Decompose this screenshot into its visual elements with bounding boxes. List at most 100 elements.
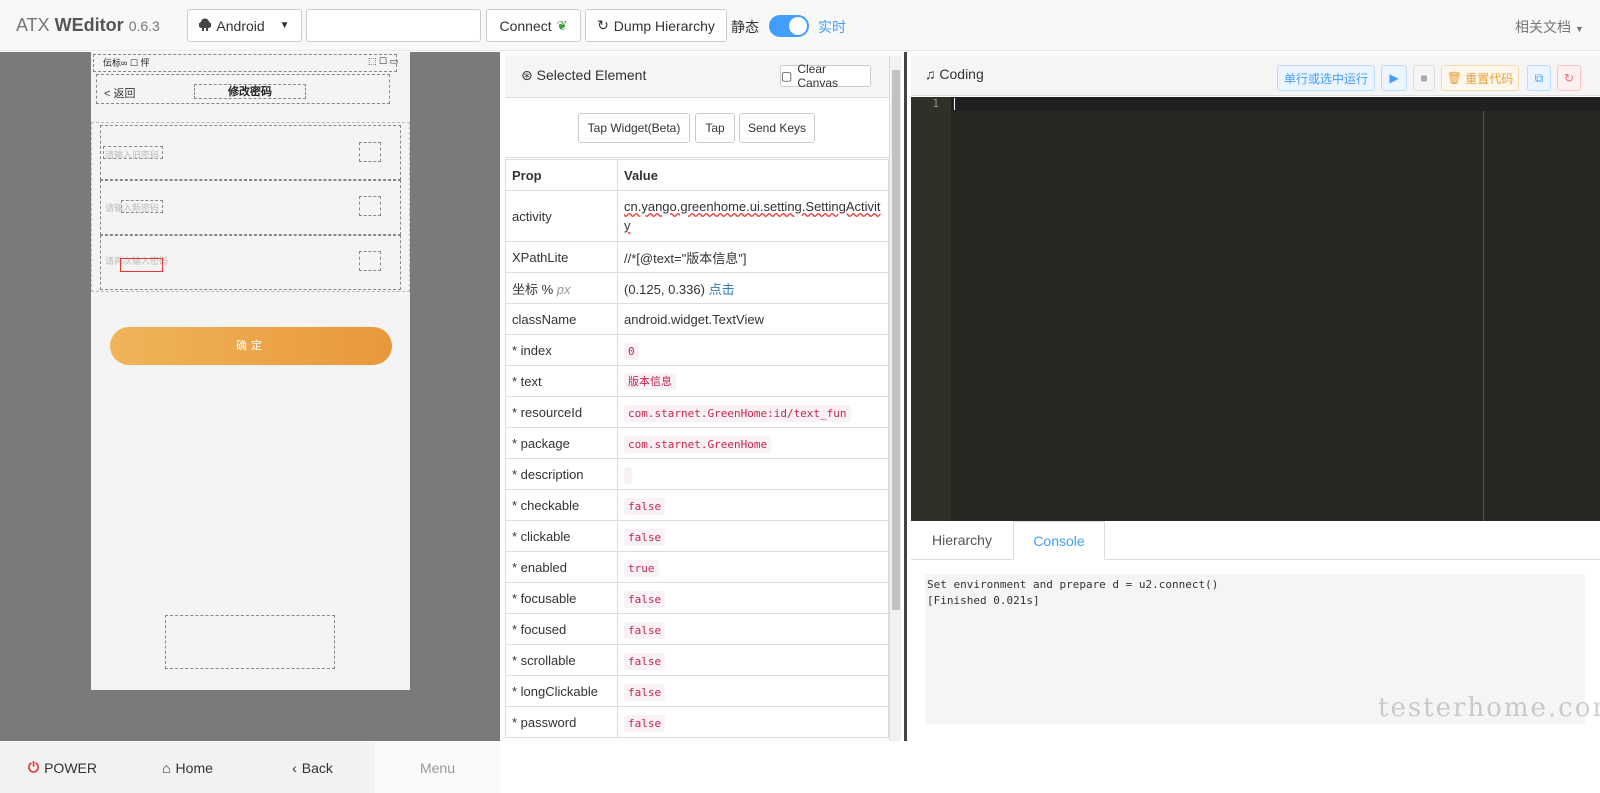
- chevron-left-icon: ‹: [292, 759, 297, 776]
- brand-name-bold: WEditor: [54, 15, 124, 35]
- top-navbar: ATX WEditor 0.6.3 Android ▼ Connect ❦ ↻ …: [0, 0, 1600, 51]
- prop-value[interactable]: 版本信息: [617, 365, 889, 397]
- platform-select[interactable]: Android ▼: [187, 9, 302, 42]
- phone-page-title[interactable]: 修改密码: [194, 84, 306, 99]
- element-actions: Tap Widget(Beta) Tap Send Keys: [505, 99, 889, 158]
- value-column-header: Value: [617, 159, 889, 191]
- prop-value[interactable]: com.starnet.GreenHome:id/text_fun: [617, 396, 889, 428]
- prop-key: * enabled: [505, 551, 618, 583]
- prop-key: * scrollable: [505, 644, 618, 676]
- music-note-icon: ♫: [925, 66, 936, 82]
- print-margin: [1483, 111, 1484, 521]
- editor-gutter: 1: [911, 97, 951, 521]
- menu-button[interactable]: Menu: [375, 742, 500, 793]
- reset-code-button[interactable]: 🗑 重置代码: [1441, 65, 1519, 91]
- connect-button[interactable]: Connect ❦: [486, 9, 581, 42]
- code-editor[interactable]: 1: [911, 97, 1600, 521]
- table-row: * password false: [505, 706, 889, 738]
- tap-button[interactable]: Tap: [695, 113, 735, 143]
- panel-divider[interactable]: [904, 52, 907, 741]
- stop-icon[interactable]: ■: [1413, 65, 1435, 91]
- table-row: * enabled true: [505, 551, 889, 583]
- prop-key: * longClickable: [505, 675, 618, 707]
- prop-value[interactable]: false: [617, 675, 889, 707]
- tab-hierarchy[interactable]: Hierarchy: [911, 521, 1013, 560]
- code-value: com.starnet.GreenHome: [624, 435, 772, 453]
- send-keys-button[interactable]: Send Keys: [739, 113, 815, 143]
- table-row: * text 版本信息: [505, 365, 889, 397]
- app-brand[interactable]: ATX WEditor 0.6.3: [16, 15, 160, 36]
- selected-element-highlight: [120, 258, 163, 272]
- prop-key: * password: [505, 706, 618, 738]
- prop-value[interactable]: false: [617, 706, 889, 738]
- prop-value[interactable]: cn.yango.greenhome.ui.setting.SettingAct…: [617, 190, 889, 242]
- phone-back-label[interactable]: < 返回: [104, 85, 135, 101]
- table-row: * index 0: [505, 334, 889, 366]
- prop-value[interactable]: false: [617, 520, 889, 552]
- tap-widget-button[interactable]: Tap Widget(Beta): [578, 113, 690, 143]
- table-row: * checkable false: [505, 489, 889, 521]
- caret-down-icon: ▼: [279, 20, 290, 31]
- prop-value[interactable]: //*[@text="版本信息"]: [617, 241, 889, 273]
- prop-value[interactable]: false: [617, 613, 889, 645]
- prop-key: * text: [505, 365, 618, 397]
- device-control-bar: ⏻ POWER ⌂ Home ‹ Back Menu: [0, 742, 500, 793]
- run-line-button[interactable]: 单行或选中运行: [1277, 65, 1375, 91]
- output-tabs: Hierarchy Console: [911, 521, 1600, 560]
- console-line: [Finished 0.021s]: [927, 594, 1040, 607]
- table-row: * clickable false: [505, 520, 889, 552]
- table-row: * scrollable false: [505, 644, 889, 676]
- prop-key: * clickable: [505, 520, 618, 552]
- prop-value[interactable]: com.starnet.GreenHome: [617, 427, 889, 459]
- prop-value[interactable]: false: [617, 644, 889, 676]
- prop-value[interactable]: false: [617, 582, 889, 614]
- table-row: * resourceId com.starnet.GreenHome:id/tex…: [505, 396, 889, 428]
- coord-key-label: 坐标 %: [512, 281, 554, 297]
- coord-unit-toggle[interactable]: px: [557, 282, 571, 297]
- tab-console[interactable]: Console: [1013, 521, 1105, 560]
- device-screenshot[interactable]: 伝标∞ ☐ 怦 ⬚ ☐ ▭ < 返回 修改密码 请输入旧密码 请输入新密码 请再…: [91, 52, 410, 690]
- element-outline[interactable]: [359, 196, 381, 216]
- prop-value: (0.125, 0.336) 点击: [617, 272, 889, 304]
- coord-value: (0.125, 0.336): [624, 281, 705, 297]
- properties-scrollbar[interactable]: [889, 56, 901, 741]
- element-outline[interactable]: [359, 251, 381, 271]
- prop-value[interactable]: true: [617, 551, 889, 583]
- android-icon: [199, 18, 212, 34]
- clear-canvas-button[interactable]: ▢ Clear Canvas: [780, 62, 871, 90]
- device-serial-input[interactable]: [306, 9, 481, 42]
- table-row: * focusable false: [505, 582, 889, 614]
- table-row: className android.widget.TextView: [505, 303, 889, 335]
- copy-icon[interactable]: ⧉: [1527, 65, 1551, 91]
- table-row: activity cn.yango.greenhome.ui.setting.S…: [505, 190, 889, 242]
- prop-key: XPathLite: [505, 241, 618, 273]
- prop-value[interactable]: android.widget.TextView: [617, 303, 889, 335]
- element-outline[interactable]: [359, 142, 381, 162]
- power-button[interactable]: ⏻ POWER: [0, 742, 125, 793]
- live-mode-toggle[interactable]: [769, 15, 809, 37]
- prop-value[interactable]: false: [617, 489, 889, 521]
- code-value: 版本信息: [624, 373, 676, 390]
- properties-header: ⊛ Selected Element ▢ Clear Canvas: [505, 56, 889, 98]
- prop-key: className: [505, 303, 618, 335]
- phone-confirm-button[interactable]: 确定: [110, 327, 392, 365]
- new-password-hint: 请输入新密码: [105, 203, 160, 213]
- play-icon[interactable]: ▶: [1381, 65, 1407, 91]
- docs-dropdown[interactable]: 相关文档 ▼: [1515, 17, 1584, 37]
- element-outline[interactable]: [93, 54, 397, 72]
- prop-value[interactable]: [617, 458, 889, 490]
- activity-value: cn.yango.greenhome.ui.setting.SettingAct…: [624, 199, 881, 233]
- coord-click-link[interactable]: 点击: [709, 282, 735, 297]
- scrollbar-thumb[interactable]: [892, 70, 900, 610]
- element-outline[interactable]: [165, 615, 335, 669]
- home-button[interactable]: ⌂ Home: [125, 742, 250, 793]
- reload-icon[interactable]: ↻: [1557, 65, 1581, 91]
- prop-key: * focusable: [505, 582, 618, 614]
- caret-down-icon: ▼: [1575, 24, 1584, 34]
- prop-value[interactable]: 0: [617, 334, 889, 366]
- back-button[interactable]: ‹ Back: [250, 742, 375, 793]
- toggle-knob: [789, 17, 807, 35]
- code-value: false: [624, 714, 666, 732]
- dump-hierarchy-button[interactable]: ↻ Dump Hierarchy: [585, 9, 727, 42]
- app-version: 0.6.3: [128, 18, 160, 34]
